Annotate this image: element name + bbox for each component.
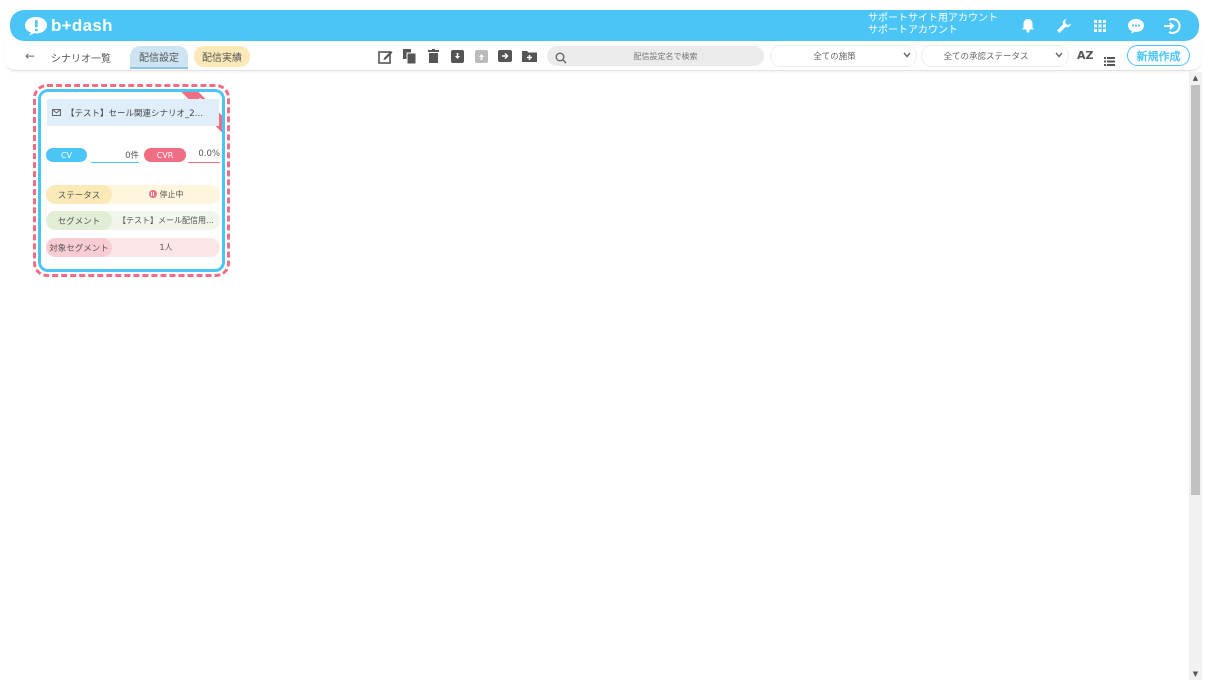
list-view-icon[interactable]: [1104, 51, 1115, 70]
pause-icon: [148, 190, 157, 198]
cvr-value: 0.0%: [188, 149, 220, 163]
approval-filter-label: 全ての承認ステータス: [943, 52, 1029, 62]
tab-delivery-settings[interactable]: 配信設定: [130, 46, 188, 69]
logout-icon[interactable]: [1154, 10, 1190, 41]
account-line2: サポートアカウント: [868, 25, 958, 36]
unarchive-icon[interactable]: [469, 46, 493, 66]
new-create-button[interactable]: 新規作成: [1127, 45, 1190, 66]
status-value: 停止中: [159, 190, 184, 199]
logo-text: b+dash: [51, 15, 113, 35]
segment-label: セグメント: [46, 211, 112, 230]
archive-icon[interactable]: [445, 46, 469, 66]
app-header: b+dash サポートサイト用アカウント サポートアカウント: [10, 10, 1199, 41]
measures-filter-select[interactable]: 全ての施策: [771, 46, 916, 66]
wrench-icon[interactable]: [1046, 10, 1082, 41]
folder-add-icon[interactable]: [517, 46, 541, 66]
toolbar: ← シナリオ一覧 配信設定 配信実績 全ての施策: [5, 42, 1201, 71]
grid-icon[interactable]: [1082, 10, 1118, 41]
account-info[interactable]: サポートサイト用アカウント サポートアカウント: [868, 13, 998, 37]
breadcrumb[interactable]: シナリオ一覧: [51, 50, 111, 65]
move-icon[interactable]: [493, 46, 517, 66]
account-line1: サポートサイト用アカウント: [868, 13, 998, 24]
back-arrow-icon[interactable]: ←: [25, 49, 35, 63]
search-box: [547, 46, 764, 66]
scroll-down-icon[interactable]: ▼: [1189, 668, 1202, 680]
scenario-card[interactable]: NEW 【テスト】セール関連シナリオ_2… CV 0件 CVR 0.0% ステー…: [38, 89, 225, 272]
status-label: ステータス: [46, 185, 112, 204]
search-input[interactable]: [573, 46, 758, 66]
segment-row: セグメント 【テスト】メール配信用…: [46, 211, 220, 230]
measures-filter-label: 全ての施策: [813, 52, 856, 62]
card-title-text: 【テスト】セール関連シナリオ_2…: [66, 108, 204, 119]
status-row: ステータス 停止中: [46, 185, 220, 204]
scrollbar-thumb[interactable]: [1191, 85, 1200, 495]
sort-az-button[interactable]: AZ: [1077, 49, 1094, 62]
chevron-down-icon: [1050, 51, 1068, 61]
approval-filter-select[interactable]: 全ての承認ステータス: [922, 46, 1068, 66]
scrollbar[interactable]: ▲ ▼: [1189, 72, 1202, 680]
mail-icon: [52, 109, 61, 116]
logo[interactable]: b+dash: [24, 16, 113, 36]
cv-value: 0件: [91, 149, 139, 163]
edit-icon[interactable]: [373, 46, 397, 66]
segment-value: 【テスト】メール配信用…: [118, 216, 214, 225]
status-value-wrap: 停止中: [112, 189, 220, 200]
chevron-down-icon: [898, 51, 916, 61]
chat-icon[interactable]: [1118, 10, 1154, 41]
target-segment-label: 対象セグメント: [46, 238, 112, 257]
logo-bubble-icon: [24, 16, 48, 36]
target-segment-value: 1人: [159, 243, 173, 252]
scroll-up-icon[interactable]: ▲: [1189, 72, 1202, 84]
copy-icon[interactable]: [397, 46, 421, 66]
cvr-label: CVR: [144, 148, 186, 162]
card-title[interactable]: 【テスト】セール関連シナリオ_2…: [47, 99, 219, 126]
tab-delivery-results[interactable]: 配信実績: [194, 46, 250, 67]
search-icon: [555, 49, 567, 68]
target-segment-row: 対象セグメント 1人: [46, 238, 220, 257]
trash-icon[interactable]: [421, 46, 445, 66]
cv-label: CV: [46, 148, 87, 162]
bell-icon[interactable]: [1010, 10, 1046, 41]
